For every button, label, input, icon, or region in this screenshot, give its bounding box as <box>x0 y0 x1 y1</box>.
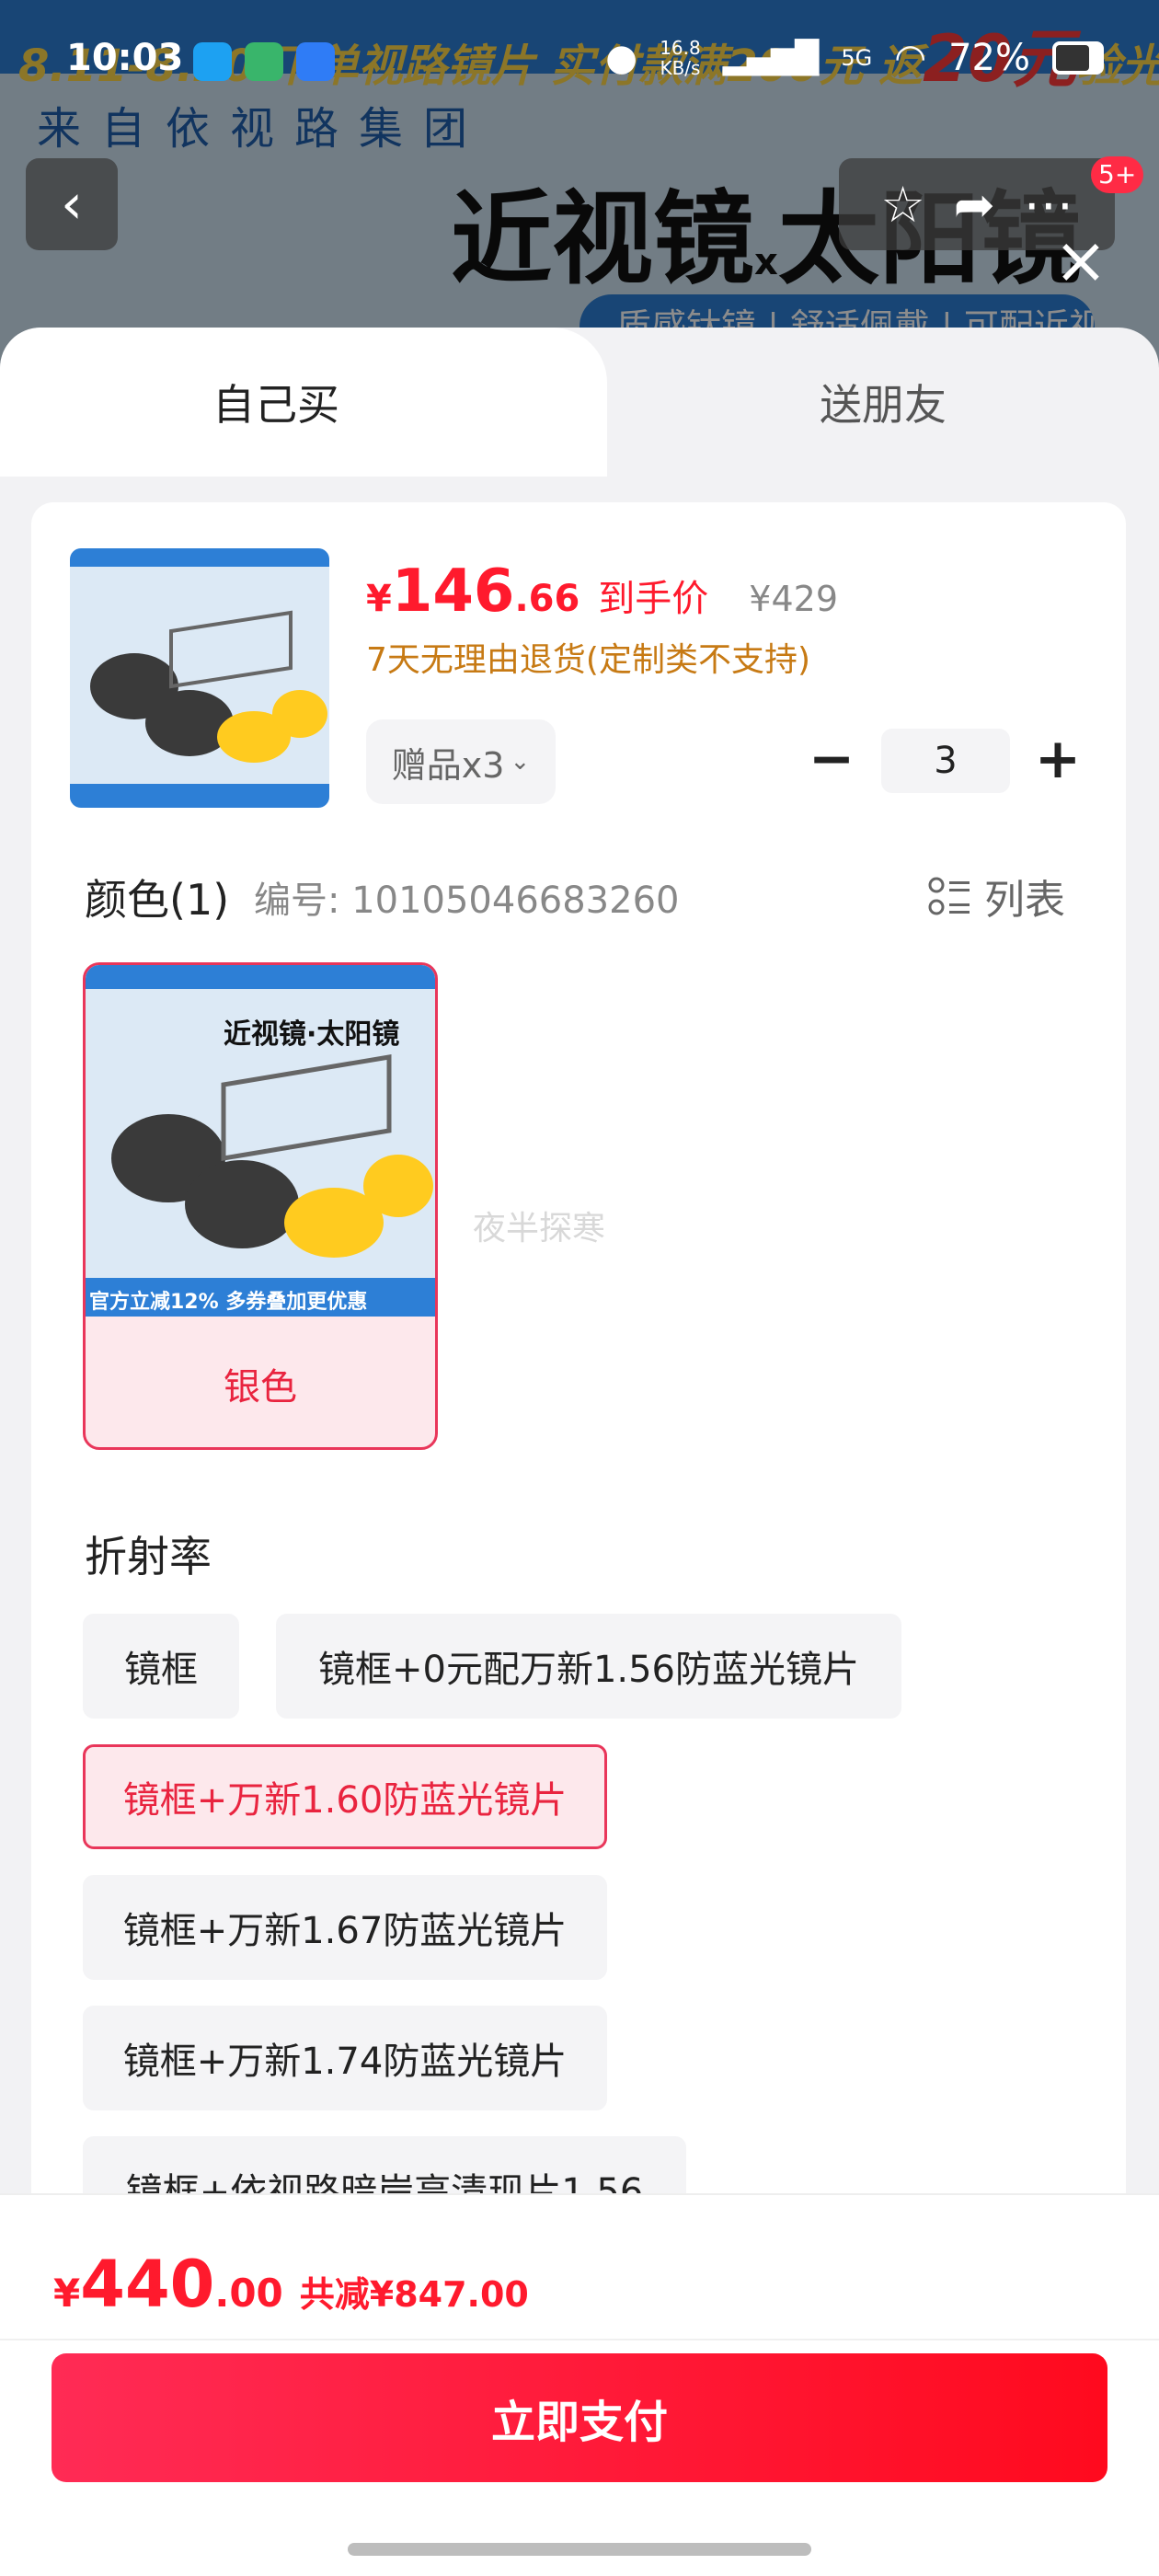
watermark: 夜半探寒 <box>473 1210 606 1248</box>
list-view-toggle[interactable]: 列表 <box>927 867 1065 926</box>
star-icon[interactable]: ☆ <box>880 176 924 234</box>
battery-percent: 72% <box>948 37 1030 79</box>
product-thumbnail <box>70 548 329 808</box>
app-notification-icon <box>296 42 335 81</box>
color-option-image-title: 近视镜·太阳镜 <box>224 1018 400 1051</box>
signal-icon: ▂▄▆█ <box>722 40 820 76</box>
color-option-image: 近视镜·太阳镜 官方立减12% 多券叠加更优惠 <box>86 965 435 1317</box>
quantity-decrease-button[interactable]: − <box>804 729 859 793</box>
refraction-section-title: 折射率 <box>85 1532 212 1581</box>
refraction-option[interactable]: 镜框+0元配万新1.56防蓝光镜片 <box>276 1614 901 1719</box>
price-line: ¥ 146 .66 到手价 ¥429 <box>366 558 838 626</box>
chevron-left-icon: ‹ <box>61 172 83 236</box>
tab-buy-self[interactable]: 自己买 <box>0 328 607 477</box>
cart-badge: 5+ <box>1091 156 1144 193</box>
quantity-input[interactable]: 3 <box>881 729 1010 793</box>
price-tag: 到手价 <box>598 578 709 620</box>
battery-icon <box>1052 41 1104 75</box>
gift-dropdown[interactable]: 赠品x3 ⌄ <box>366 719 556 804</box>
total-integer: 440 <box>80 2247 215 2322</box>
status-right-icons: ● 16.8 KB/s ▂▄▆█ 5G ◠ 72% <box>605 37 1104 79</box>
status-bar: 10:03 ● 16.8 KB/s ▂▄▆█ 5G ◠ 72% <box>0 37 1159 92</box>
chevron-down-icon: ⌄ <box>510 748 531 776</box>
quantity-increase-button[interactable]: + <box>1030 729 1085 793</box>
alarm-icon: ● <box>605 37 638 79</box>
divider <box>0 2339 1159 2340</box>
close-icon[interactable]: × <box>1049 228 1113 293</box>
wifi-icon: ◠ <box>894 37 927 79</box>
refraction-option[interactable]: 镜框+万新1.74防蓝光镜片 <box>83 2006 607 2110</box>
color-option-silver[interactable]: 近视镜·太阳镜 官方立减12% 多券叠加更优惠 银色 <box>83 962 438 1450</box>
total-discount: 共减¥847.00 <box>299 2274 529 2315</box>
tab-gift-friend[interactable]: 送朋友 <box>607 328 1159 477</box>
avatar-notification-icon <box>245 42 283 81</box>
price-integer: 146 <box>391 558 515 626</box>
home-indicator[interactable] <box>348 2543 811 2556</box>
purchase-tabs: 送朋友 自己买 <box>0 328 1159 477</box>
color-section-title: 颜色(1) <box>85 875 230 925</box>
back-button[interactable]: ‹ <box>26 158 118 250</box>
original-price: ¥429 <box>749 579 839 619</box>
list-icon <box>928 877 970 915</box>
color-option-image-caption: 官方立减12% 多券叠加更优惠 <box>89 1291 368 1314</box>
price-decimal: .66 <box>514 578 580 620</box>
network-type: 5G <box>841 45 873 71</box>
sku-code: 编号: 10105046683260 <box>254 880 680 922</box>
refraction-option-selected[interactable]: 镜框+万新1.60防蓝光镜片 <box>83 1744 607 1849</box>
pay-now-button[interactable]: 立即支付 <box>52 2353 1107 2482</box>
color-option-label: 银色 <box>224 1365 297 1409</box>
checkout-bar: ¥ 440 .00 共减¥847.00 立即支付 <box>0 2193 1159 2576</box>
app-notification-icon <box>193 42 232 81</box>
network-speed: 16.8 KB/s <box>660 37 701 79</box>
glasses-image <box>70 548 329 808</box>
total-decimal: .00 <box>214 2271 283 2316</box>
total-price: ¥ 440 .00 共减¥847.00 <box>53 2247 529 2322</box>
total-symbol: ¥ <box>53 2271 81 2316</box>
refraction-option[interactable]: 镜框 <box>83 1614 239 1719</box>
status-app-icons <box>193 42 335 81</box>
price-symbol: ¥ <box>366 578 392 620</box>
status-time: 10:03 <box>66 37 184 79</box>
refraction-option[interactable]: 镜框+万新1.67防蓝光镜片 <box>83 1875 607 1980</box>
return-policy: 7天无理由退货(定制类不支持) <box>366 641 810 679</box>
share-icon[interactable]: ➦ <box>954 176 995 234</box>
